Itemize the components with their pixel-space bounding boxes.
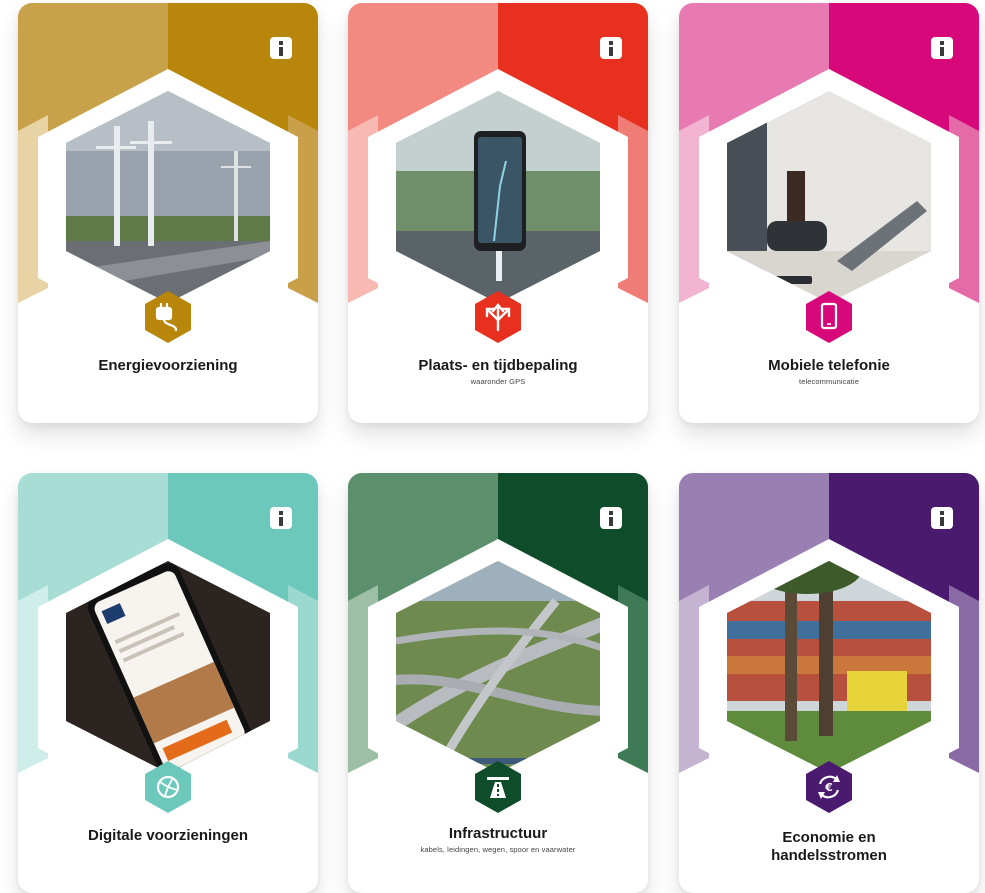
highway-road-icon bbox=[475, 761, 521, 813]
info-icon bbox=[609, 41, 613, 45]
info-button[interactable] bbox=[600, 507, 622, 529]
info-icon bbox=[609, 511, 613, 515]
photo-laptop bbox=[727, 91, 931, 303]
info-icon bbox=[279, 41, 283, 45]
globe-network-icon bbox=[145, 761, 191, 813]
info-icon bbox=[279, 511, 283, 515]
smartphone-icon bbox=[806, 291, 852, 343]
card-mobiele-telefonie[interactable]: Mobiele telefonie telecommunicatie bbox=[679, 3, 979, 423]
card-subtitle: kabels, leidingen, wegen, spoor en vaarw… bbox=[420, 845, 576, 854]
card-title: Digitale voorzieningen bbox=[87, 827, 249, 844]
euro-cycle-icon: € bbox=[806, 761, 852, 813]
card-subtitle: telecommunicatie bbox=[799, 377, 859, 386]
info-button[interactable] bbox=[270, 37, 292, 59]
info-button[interactable] bbox=[600, 37, 622, 59]
card-subtitle: waaronder GPS bbox=[470, 377, 526, 386]
card-infrastructuur[interactable]: Infrastructuur kabels, leidingen, wegen,… bbox=[348, 473, 648, 893]
card-title: Energievoorziening bbox=[98, 357, 238, 374]
card-economie-en-handelsstromen[interactable]: € Economie en handelsstromen bbox=[679, 473, 979, 893]
info-icon bbox=[940, 511, 944, 515]
card-plaats-en-tijdbepaling[interactable]: Plaats- en tijdbepaling waaronder GPS bbox=[348, 3, 648, 423]
card-energievoorziening[interactable]: Energievoorziening bbox=[18, 3, 318, 423]
svg-text:€: € bbox=[824, 781, 833, 794]
card-title: Economie en handelsstromen bbox=[771, 829, 887, 864]
photo-smartphone-website bbox=[66, 561, 270, 773]
info-button[interactable] bbox=[931, 507, 953, 529]
card-title: Infrastructuur bbox=[448, 825, 548, 842]
route-arrows-icon bbox=[475, 291, 521, 343]
photo-phone-gps bbox=[396, 91, 600, 303]
card-title: Mobiele telefonie bbox=[768, 357, 890, 374]
info-button[interactable] bbox=[270, 507, 292, 529]
photo-power-lines bbox=[66, 91, 270, 303]
photo-shipping-containers bbox=[727, 561, 931, 773]
info-icon bbox=[940, 41, 944, 45]
card-title: Plaats- en tijdbepaling bbox=[418, 357, 578, 374]
electricity-plug-icon bbox=[145, 291, 191, 343]
photo-highway-interchange bbox=[396, 561, 600, 773]
card-digitale-voorzieningen[interactable]: Digitale voorzieningen bbox=[18, 473, 318, 893]
info-button[interactable] bbox=[931, 37, 953, 59]
